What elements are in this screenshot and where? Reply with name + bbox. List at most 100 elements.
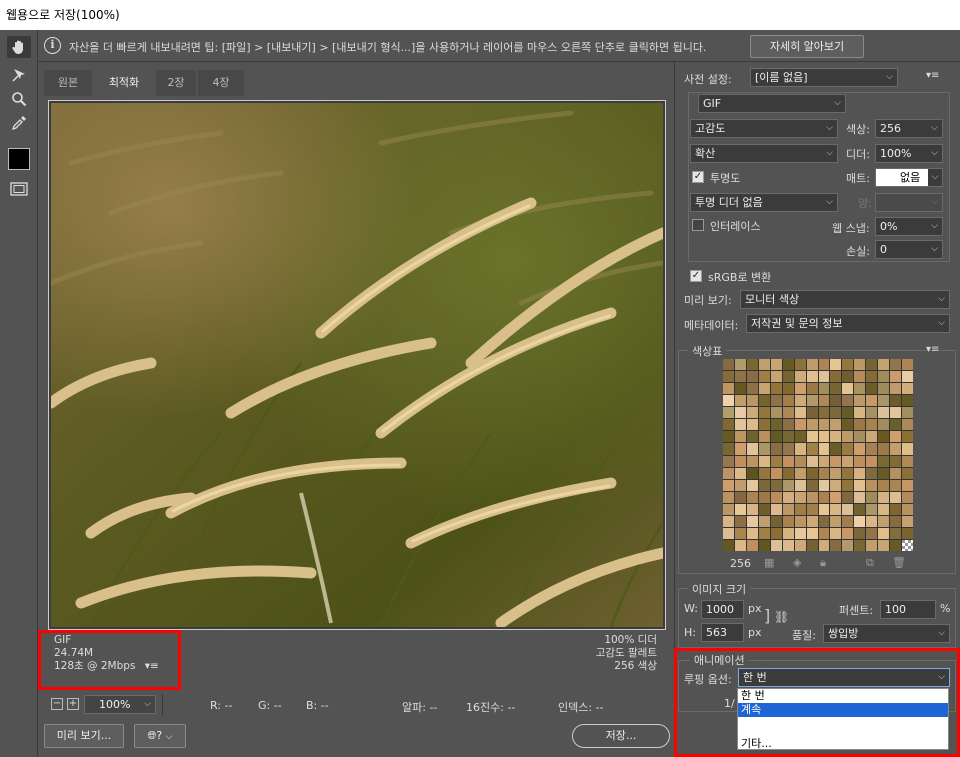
browser-preview-button[interactable]: 🌐︎? ⌵ <box>134 724 186 748</box>
color-swatch[interactable] <box>723 527 734 539</box>
color-swatch[interactable] <box>770 455 782 467</box>
color-swatch[interactable] <box>794 503 806 515</box>
lossy-select[interactable]: 0 ⌵ <box>875 240 943 259</box>
color-swatch[interactable] <box>854 503 866 515</box>
color-swatch[interactable] <box>890 395 902 407</box>
color-swatch[interactable] <box>758 503 770 515</box>
color-swatch[interactable] <box>734 479 746 491</box>
color-swatch[interactable] <box>902 359 913 371</box>
color-swatch[interactable] <box>746 503 758 515</box>
color-swatch[interactable] <box>758 383 770 395</box>
preset-select[interactable]: [이름 없음] ⌵ <box>750 68 898 87</box>
color-swatch[interactable] <box>866 455 878 467</box>
preview-image[interactable] <box>51 103 663 627</box>
new-color-icon[interactable]: ⧉ <box>866 556 874 570</box>
color-swatch[interactable] <box>782 503 794 515</box>
color-swatch[interactable] <box>746 383 758 395</box>
color-swatch[interactable] <box>890 431 902 443</box>
color-swatch[interactable] <box>782 419 794 431</box>
srgb-checkbox[interactable]: ✓ <box>690 270 702 282</box>
color-swatch[interactable] <box>878 455 890 467</box>
transparency-dither-select[interactable]: 투명 디더 없음 ⌵ <box>690 193 838 212</box>
color-swatch[interactable] <box>854 443 866 455</box>
interlace-checkbox[interactable] <box>692 219 704 231</box>
color-swatch[interactable] <box>854 419 866 431</box>
color-swatch[interactable] <box>734 455 746 467</box>
color-swatch[interactable] <box>878 515 890 527</box>
color-swatch[interactable] <box>854 407 866 419</box>
web-shift-icon[interactable]: ◈ <box>793 556 801 569</box>
color-swatch[interactable] <box>770 359 782 371</box>
color-swatch[interactable] <box>866 503 878 515</box>
color-swatch[interactable] <box>854 527 866 539</box>
color-swatch[interactable] <box>842 467 854 479</box>
color-swatch[interactable] <box>842 371 854 383</box>
color-swatch[interactable] <box>842 455 854 467</box>
color-swatch[interactable] <box>878 479 890 491</box>
color-swatch[interactable] <box>734 359 746 371</box>
color-swatch[interactable] <box>723 359 734 371</box>
color-swatch[interactable] <box>734 383 746 395</box>
color-swatch[interactable] <box>746 479 758 491</box>
color-swatch[interactable] <box>890 359 902 371</box>
color-swatch[interactable] <box>734 371 746 383</box>
color-swatch[interactable] <box>806 527 818 539</box>
color-swatch[interactable] <box>806 431 818 443</box>
quality-select[interactable]: 쌍입방 ⌵ <box>823 624 950 643</box>
color-swatch[interactable] <box>746 443 758 455</box>
color-swatch[interactable] <box>878 395 890 407</box>
color-swatch[interactable] <box>758 515 770 527</box>
color-swatch[interactable] <box>878 467 890 479</box>
preview-button[interactable]: 미리 보기... <box>44 724 124 748</box>
dither-algorithm-select[interactable]: 확산 ⌵ <box>690 144 838 163</box>
color-swatch[interactable] <box>794 395 806 407</box>
color-swatch[interactable] <box>842 431 854 443</box>
loop-option-once[interactable]: 한 번 <box>738 689 948 703</box>
color-swatch[interactable] <box>890 455 902 467</box>
learn-more-button[interactable]: 자세히 알아보기 <box>750 35 864 58</box>
color-swatch[interactable] <box>818 527 830 539</box>
color-swatch[interactable] <box>782 539 794 551</box>
color-swatch[interactable] <box>902 371 913 383</box>
color-swatch[interactable] <box>842 539 854 551</box>
color-swatch[interactable] <box>734 467 746 479</box>
color-swatch[interactable] <box>723 419 734 431</box>
color-swatch[interactable] <box>770 539 782 551</box>
color-swatch[interactable] <box>878 419 890 431</box>
color-swatch[interactable] <box>818 503 830 515</box>
color-swatch[interactable] <box>890 491 902 503</box>
color-swatch[interactable] <box>878 371 890 383</box>
color-swatch[interactable] <box>842 395 854 407</box>
color-swatch[interactable] <box>830 407 842 419</box>
color-swatch[interactable] <box>818 539 830 551</box>
zoom-out-button[interactable]: − <box>51 698 63 710</box>
color-swatch[interactable] <box>723 479 734 491</box>
dither-select[interactable]: 100% ⌵ <box>875 144 943 163</box>
color-swatch[interactable] <box>854 383 866 395</box>
color-swatch[interactable] <box>842 407 854 419</box>
color-swatch[interactable] <box>890 383 902 395</box>
color-swatch[interactable] <box>902 431 913 443</box>
color-swatch[interactable] <box>854 491 866 503</box>
color-swatch[interactable] <box>890 443 902 455</box>
color-swatch[interactable] <box>782 431 794 443</box>
color-swatch[interactable] <box>794 443 806 455</box>
color-swatch[interactable] <box>842 479 854 491</box>
color-swatch[interactable] <box>830 359 842 371</box>
toggle-slices-icon[interactable] <box>7 178 31 200</box>
hand-icon[interactable] <box>7 36 31 58</box>
color-swatch[interactable] <box>902 443 913 455</box>
color-swatch[interactable] <box>758 455 770 467</box>
color-swatch[interactable] <box>902 515 913 527</box>
format-select[interactable]: GIF ⌵ <box>698 94 846 113</box>
color-swatch[interactable] <box>734 431 746 443</box>
color-swatch[interactable] <box>902 395 913 407</box>
color-swatch[interactable] <box>878 491 890 503</box>
color-swatch[interactable] <box>854 455 866 467</box>
color-swatch[interactable] <box>758 431 770 443</box>
color-swatch[interactable] <box>890 503 902 515</box>
color-swatch[interactable] <box>890 371 902 383</box>
color-swatch[interactable] <box>854 515 866 527</box>
color-swatch[interactable] <box>842 419 854 431</box>
color-swatch[interactable] <box>866 491 878 503</box>
